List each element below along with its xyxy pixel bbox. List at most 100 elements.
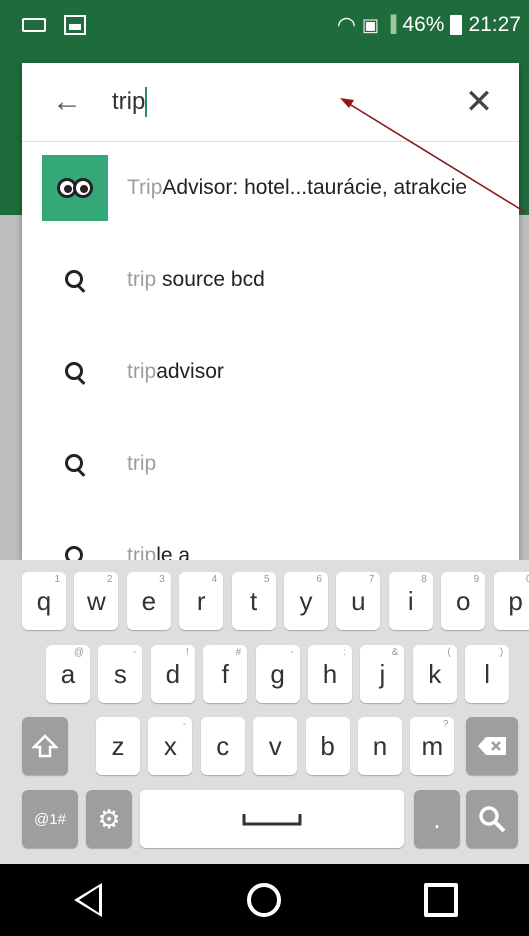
key-e[interactable]: e3 xyxy=(126,572,171,630)
suggestion-item[interactable]: triple a xyxy=(22,510,519,560)
backspace-icon xyxy=(478,737,506,755)
suggestion-label: TripAdvisor: hotel...taurácie, atrakcie xyxy=(127,176,468,199)
key-hint: 3 xyxy=(159,574,165,585)
key-hint: 2 xyxy=(106,574,113,585)
key-label: t xyxy=(249,585,258,616)
key-label: r xyxy=(196,585,206,616)
key-label: j xyxy=(379,658,386,689)
key-hint: 6 xyxy=(316,574,322,585)
key-i[interactable]: i8 xyxy=(388,572,433,630)
key-n[interactable]: n xyxy=(358,717,402,775)
key-hint: ! xyxy=(186,647,189,658)
key-g[interactable]: g- xyxy=(255,645,300,703)
key-hint: @ xyxy=(73,647,84,658)
key-hint: - xyxy=(290,647,294,658)
search-input[interactable]: trip xyxy=(112,87,439,117)
suggestion-item[interactable]: trip xyxy=(22,418,519,510)
key-m[interactable]: m? xyxy=(410,717,455,775)
key-d[interactable]: d! xyxy=(150,645,195,703)
recents-square-icon[interactable] xyxy=(411,870,471,930)
arrow-left-icon[interactable]: ← xyxy=(22,63,112,141)
key-hint: 5 xyxy=(264,574,270,585)
key-label: s xyxy=(113,658,127,689)
key-label: x xyxy=(163,730,177,761)
key-u[interactable]: u7 xyxy=(336,572,381,630)
key-p[interactable]: p0 xyxy=(493,572,529,630)
key-a[interactable]: a @ xyxy=(46,645,90,703)
search-bar: ← trip ✕ xyxy=(22,63,519,142)
backspace-key[interactable] xyxy=(466,717,518,775)
home-circle-icon[interactable] xyxy=(234,870,294,930)
key-x[interactable]: x- xyxy=(148,717,193,775)
search-icon xyxy=(22,362,127,382)
wifi-icon: ◠ xyxy=(336,12,357,37)
key-label: o xyxy=(455,585,471,616)
key-o[interactable]: o9 xyxy=(441,572,486,630)
key-f[interactable]: f # xyxy=(203,645,248,703)
key-label: a xyxy=(60,658,76,689)
key-k[interactable]: k( xyxy=(412,645,457,703)
key-z[interactable]: z xyxy=(96,717,140,775)
key-l[interactable]: l) xyxy=(465,645,510,703)
text-caret xyxy=(145,87,148,117)
suggestion-label: trip xyxy=(127,452,157,475)
search-key[interactable] xyxy=(466,790,518,848)
suggestion-item[interactable]: tripadvisor xyxy=(22,326,519,418)
settings-key[interactable]: ⚙ xyxy=(86,790,132,848)
key-hint: # xyxy=(235,647,242,658)
key-label: k xyxy=(428,658,442,689)
key-s[interactable]: s- xyxy=(98,645,143,703)
key-label: d xyxy=(165,658,181,689)
back-triangle-icon[interactable] xyxy=(58,870,118,930)
close-icon[interactable]: ✕ xyxy=(439,63,519,141)
key-t[interactable]: t5 xyxy=(231,572,276,630)
key-label: v xyxy=(268,730,282,761)
suggestion-label: triple a xyxy=(127,544,191,560)
key-hint: 7 xyxy=(368,574,375,585)
key-hint: - xyxy=(133,647,137,658)
image-notification-icon xyxy=(64,15,86,35)
key-label: f xyxy=(221,658,229,689)
key-v[interactable]: v xyxy=(253,717,298,775)
key-c[interactable]: c xyxy=(200,717,245,775)
key-hint: ? xyxy=(442,719,449,730)
key-r[interactable]: r4 xyxy=(179,572,224,630)
key-hint: ( xyxy=(447,647,451,658)
key-j[interactable]: j & xyxy=(360,645,405,703)
key-label: z xyxy=(111,730,125,761)
key-label: u xyxy=(351,585,366,616)
key-h[interactable]: h: xyxy=(308,645,352,703)
status-right: ◠ ▣ ▐ 46% 21:27 xyxy=(337,12,521,38)
shift-key[interactable] xyxy=(22,717,68,775)
suggestion-app-tripadvisor[interactable]: TripAdvisor: hotel...taurácie, atrakcie xyxy=(22,142,519,234)
key-hint: 1 xyxy=(54,574,60,585)
key-hint: 4 xyxy=(211,574,218,585)
search-icon xyxy=(22,454,127,474)
space-key[interactable] xyxy=(140,790,404,848)
symbols-key[interactable]: @1# xyxy=(22,790,78,848)
key-label: q xyxy=(36,585,52,616)
key-label: g xyxy=(270,658,285,689)
key-hint: 8 xyxy=(421,574,427,585)
key-y[interactable]: y6 xyxy=(284,572,328,630)
status-bar: ◠ ▣ ▐ 46% 21:27 xyxy=(0,0,529,50)
period-key[interactable]: . xyxy=(414,790,460,848)
key-q[interactable]: q1 xyxy=(22,572,66,630)
battery-icon xyxy=(450,15,463,35)
key-label: h xyxy=(322,658,338,689)
key-label: y xyxy=(299,585,313,616)
key-hint: : xyxy=(343,647,346,658)
key-label: c xyxy=(216,730,230,761)
on-screen-keyboard: @1# ⚙ . q 1 w 2 e 3 r 4 t 5 y 6 u 7 i 8 o 9 p 0 a @ s - d! f # g - h:… xyxy=(0,560,529,864)
key-hint: ) xyxy=(499,647,504,658)
tripadvisor-app-icon xyxy=(22,155,127,221)
key-label: p xyxy=(508,585,523,616)
key-b[interactable]: b xyxy=(305,717,350,775)
space-bar-icon xyxy=(242,814,302,826)
navigation-bar xyxy=(0,864,529,936)
suggestion-item[interactable]: trip source bcd xyxy=(22,234,519,326)
key-hint: 9 xyxy=(473,574,480,585)
key-label: e xyxy=(141,585,157,616)
key-w[interactable]: w2 xyxy=(74,572,119,630)
battery-percent: 46% xyxy=(402,13,445,36)
